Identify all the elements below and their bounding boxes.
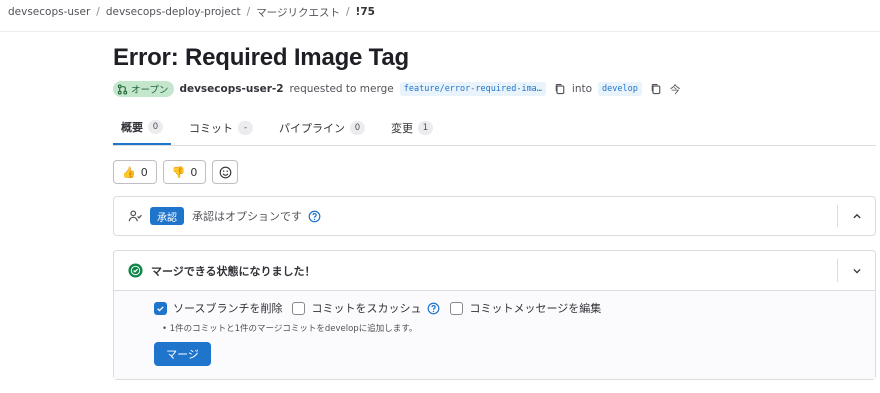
chevron-down-icon — [852, 268, 861, 273]
tab-changes[interactable]: 変更 1 — [383, 110, 441, 145]
status-badge: オープン — [113, 81, 175, 97]
approval-text: 承認はオプションです — [192, 210, 302, 223]
thumbsdown-count: 0 — [190, 165, 198, 179]
merge-request-icon — [117, 83, 128, 95]
tab-label: コミット — [189, 121, 233, 135]
reactions-bar: 👍 0 👎 0 — [113, 160, 876, 184]
into-text: into — [571, 83, 593, 95]
approve-button[interactable]: 承認 — [150, 207, 184, 225]
squash-commits-option[interactable]: コミットをスカッシュ — [292, 300, 440, 316]
option-label: コミットをスカッシュ — [311, 302, 422, 315]
tab-label: 概要 — [121, 120, 143, 134]
target-branch[interactable]: develop — [598, 82, 642, 96]
requested-text: requested to merge — [289, 83, 394, 95]
merge-widget-header: マージできる状態になりました！ — [114, 251, 875, 291]
merge-collapse-button[interactable] — [837, 259, 875, 282]
tab-overview[interactable]: 概要 0 — [113, 110, 171, 145]
breadcrumb-merge-requests[interactable]: マージリクエスト — [256, 5, 340, 20]
merge-request-main: Error: Required Image Tag オープン devsecops… — [113, 40, 876, 380]
tab-commits[interactable]: コミット - — [181, 110, 261, 145]
approval-user-icon — [128, 210, 142, 222]
copy-icon[interactable] — [650, 83, 662, 95]
status-label: オープン — [131, 85, 169, 96]
tab-count: 1 — [418, 120, 433, 135]
breadcrumb-current[interactable]: !75 — [356, 6, 375, 18]
breadcrumb-separator: / — [345, 6, 350, 18]
tab-label: パイプライン — [279, 121, 345, 135]
thumbsup-button[interactable]: 👍 0 — [113, 160, 157, 184]
help-icon[interactable] — [427, 302, 440, 315]
header-divider — [0, 31, 880, 32]
delete-source-branch-option[interactable]: ソースブランチを削除 — [154, 300, 282, 316]
tab-count: 0 — [350, 120, 365, 135]
source-branch[interactable]: feature/error-required-ima… — [399, 82, 546, 96]
thumbsdown-button[interactable]: 👎 0 — [162, 160, 207, 184]
tab-pipelines[interactable]: パイプライン 0 — [271, 110, 373, 145]
author-link[interactable]: devsecops-user-2 — [179, 83, 283, 95]
thumbsdown-icon: 👎 — [171, 165, 186, 179]
merge-widget-body: ソースブランチを削除 コミットをスカッシュ コミットメッセージを編集 • 1件の… — [114, 291, 875, 379]
help-icon[interactable] — [308, 210, 321, 223]
merge-button[interactable]: マージ — [154, 342, 211, 366]
check-icon — [157, 305, 164, 312]
page-title: Error: Required Image Tag — [113, 44, 409, 71]
thumbsup-count: 0 — [140, 165, 148, 179]
merge-widget: マージできる状態になりました！ ソースブランチを削除 コミットをスカッシュ コミ… — [113, 250, 876, 380]
tab-count: - — [238, 120, 253, 135]
edit-commit-message-option[interactable]: コミットメッセージを編集 — [450, 300, 601, 316]
thumbsup-icon: 👍 — [122, 165, 136, 179]
chevron-up-icon — [852, 213, 861, 219]
delete-source-branch-checkbox[interactable] — [154, 301, 167, 315]
option-label: ソースブランチを削除 — [173, 302, 283, 315]
edit-commit-message-checkbox[interactable] — [450, 301, 464, 315]
squash-commits-checkbox[interactable] — [292, 301, 306, 315]
mr-meta: オープン devsecops-user-2 requested to merge… — [113, 79, 876, 99]
breadcrumb-separator: / — [246, 6, 251, 18]
check-circle-icon — [128, 263, 143, 278]
created-time: 今 — [669, 83, 681, 96]
mr-tabs: 概要 0 コミット - パイプライン 0 変更 1 — [113, 110, 876, 146]
breadcrumb-user[interactable]: devsecops-user — [8, 6, 90, 18]
tab-label: 変更 — [391, 121, 413, 135]
smiley-icon — [219, 166, 232, 178]
tab-count: 0 — [148, 119, 163, 134]
merge-note: • 1件のコミットと1件のマージコミットをdevelopに追加します。 — [162, 324, 418, 334]
breadcrumb-project[interactable]: devsecops-deploy-project — [106, 6, 241, 18]
copy-icon[interactable] — [554, 83, 566, 95]
breadcrumb-separator: / — [96, 6, 100, 18]
approval-collapse-button[interactable] — [837, 205, 875, 227]
add-reaction-button[interactable] — [212, 160, 239, 184]
option-label: コミットメッセージを編集 — [469, 302, 602, 315]
merge-ready-title: マージできる状態になりました！ — [151, 264, 316, 278]
approval-widget: 承認 承認はオプションです — [113, 196, 876, 236]
breadcrumb: devsecops-user / devsecops-deploy-projec… — [8, 4, 375, 20]
merge-options: ソースブランチを削除 コミットをスカッシュ コミットメッセージを編集 — [154, 299, 875, 317]
